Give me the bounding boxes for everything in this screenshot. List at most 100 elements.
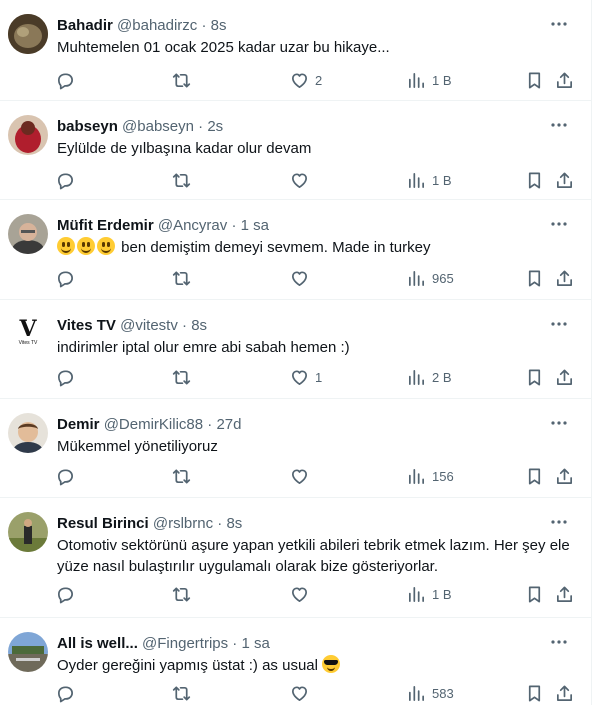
avatar[interactable] <box>8 632 48 672</box>
share-icon <box>556 685 573 701</box>
author-handle[interactable]: @Ancyrav <box>158 217 227 234</box>
like-button[interactable] <box>290 268 315 288</box>
author-name[interactable]: Bahadir <box>57 17 113 34</box>
bookmark-button[interactable] <box>525 367 544 387</box>
tweet-header: Müfit Erdemir @Ancyrav · 1 sa <box>57 216 269 235</box>
retweet-button[interactable] <box>172 170 191 190</box>
retweet-button[interactable] <box>172 584 191 604</box>
view-count: 965 <box>432 270 454 286</box>
more-icon[interactable] <box>549 314 569 334</box>
reply-icon <box>57 72 74 89</box>
reply-icon <box>57 468 74 485</box>
tweet[interactable]: All is well... @Fingertrips · 1 sa Oyder… <box>0 618 591 705</box>
share-icon <box>556 468 573 484</box>
bookmark-button[interactable] <box>525 466 544 486</box>
share-button[interactable] <box>555 268 574 288</box>
retweet-button[interactable] <box>172 268 191 288</box>
more-icon[interactable] <box>549 115 569 135</box>
avatar[interactable] <box>8 413 48 453</box>
tweet-text: Eylülde de yılbaşına kadar olur devam <box>57 140 312 157</box>
like-button[interactable] <box>290 170 315 190</box>
tweet[interactable]: Müfit Erdemir @Ancyrav · 1 sa ben demişt… <box>0 200 591 300</box>
reply-button[interactable] <box>56 70 75 90</box>
timestamp[interactable]: 2s <box>207 118 223 135</box>
author-name[interactable]: babseyn <box>57 118 118 135</box>
views-button[interactable]: 1 B <box>407 70 452 90</box>
avatar[interactable] <box>8 14 48 54</box>
author-name[interactable]: Demir <box>57 416 100 433</box>
timestamp[interactable]: 8s <box>211 17 227 34</box>
share-button[interactable] <box>555 170 574 190</box>
views-button[interactable]: 1 B <box>407 170 452 190</box>
reply-button[interactable] <box>56 584 75 604</box>
author-handle[interactable]: @bahadirzc <box>117 17 197 34</box>
bookmark-button[interactable] <box>525 268 544 288</box>
like-button[interactable]: 2 <box>290 70 322 90</box>
share-button[interactable] <box>555 367 574 387</box>
views-button[interactable]: 965 <box>407 268 454 288</box>
retweet-button[interactable] <box>172 70 191 90</box>
retweet-button[interactable] <box>172 367 191 387</box>
reply-button[interactable] <box>56 683 75 703</box>
like-button[interactable] <box>290 584 315 604</box>
share-button[interactable] <box>555 683 574 703</box>
tweet[interactable]: V Vites TV Vites TV @vitestv · 8s indiri… <box>0 300 591 399</box>
timestamp[interactable]: 27d <box>216 416 241 433</box>
author-name[interactable]: Müfit Erdemir <box>57 217 154 234</box>
author-name[interactable]: Resul Birinci <box>57 515 149 532</box>
avatar[interactable] <box>8 512 48 552</box>
retweet-button[interactable] <box>172 683 191 703</box>
views-icon <box>408 369 425 385</box>
author-handle[interactable]: @Fingertrips <box>142 635 228 652</box>
retweet-button[interactable] <box>172 466 191 486</box>
more-icon[interactable] <box>549 632 569 652</box>
author-name[interactable]: Vites TV <box>57 317 116 334</box>
author-handle[interactable]: @DemirKilic88 <box>104 416 203 433</box>
bookmark-button[interactable] <box>525 683 544 703</box>
views-button[interactable]: 583 <box>407 683 454 703</box>
views-button[interactable]: 1 B <box>407 584 452 604</box>
timestamp[interactable]: 8s <box>191 317 207 334</box>
tweet[interactable]: Bahadir @bahadirzc · 8s Muhtemelen 01 oc… <box>0 0 591 101</box>
action-bar: 1 2 B <box>0 367 591 387</box>
separator: · <box>232 635 238 652</box>
tweet[interactable]: babseyn @babseyn · 2s Eylülde de yılbaşı… <box>0 101 591 200</box>
more-icon[interactable] <box>549 512 569 532</box>
views-button[interactable]: 2 B <box>407 367 452 387</box>
author-name[interactable]: All is well... <box>57 635 138 652</box>
tweet[interactable]: Demir @DemirKilic88 · 27d Mükemmel yönet… <box>0 399 591 498</box>
timestamp[interactable]: 1 sa <box>241 635 269 652</box>
retweet-icon <box>172 172 191 188</box>
views-button[interactable]: 156 <box>407 466 454 486</box>
share-button[interactable] <box>555 466 574 486</box>
reply-button[interactable] <box>56 466 75 486</box>
reply-button[interactable] <box>56 367 75 387</box>
reply-button[interactable] <box>56 268 75 288</box>
share-button[interactable] <box>555 584 574 604</box>
timestamp[interactable]: 8s <box>226 515 242 532</box>
reply-button[interactable] <box>56 170 75 190</box>
like-button[interactable] <box>290 466 315 486</box>
author-handle[interactable]: @babseyn <box>122 118 194 135</box>
retweet-icon <box>172 468 191 484</box>
more-icon[interactable] <box>549 413 569 433</box>
vites-tv-logo: V Vites TV <box>8 318 48 347</box>
like-count: 1 <box>315 369 323 385</box>
avatar[interactable] <box>8 214 48 254</box>
avatar[interactable] <box>8 115 48 155</box>
tweet[interactable]: Resul Birinci @rslbrnc · 8s Otomotiv sek… <box>0 498 591 618</box>
more-icon[interactable] <box>549 214 569 234</box>
share-button[interactable] <box>555 70 574 90</box>
author-handle[interactable]: @vitestv <box>120 317 178 334</box>
action-bar: 1 B <box>0 170 591 190</box>
like-button[interactable] <box>290 683 315 703</box>
bookmark-button[interactable] <box>525 70 544 90</box>
like-button[interactable]: 1 <box>290 367 322 387</box>
bookmark-icon <box>528 172 541 188</box>
timestamp[interactable]: 1 sa <box>241 217 269 234</box>
bookmark-button[interactable] <box>525 170 544 190</box>
avatar[interactable]: V Vites TV <box>8 314 48 354</box>
bookmark-button[interactable] <box>525 584 544 604</box>
author-handle[interactable]: @rslbrnc <box>153 515 213 532</box>
more-icon[interactable] <box>549 14 569 34</box>
